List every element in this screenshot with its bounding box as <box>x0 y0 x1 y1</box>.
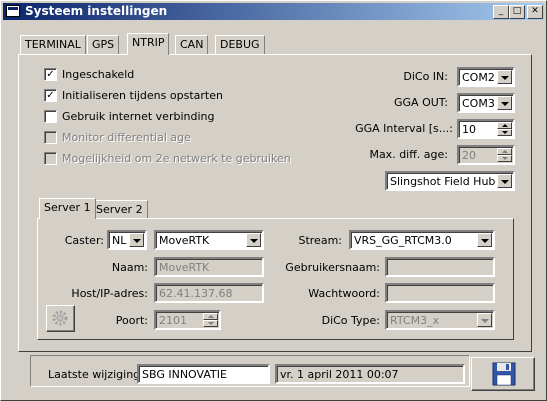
spinner-arrows-icon[interactable] <box>497 122 512 136</box>
tab-terminal[interactable]: TERMINAL <box>20 35 86 54</box>
last-change-version-field: vr. 1 april 2011 00:07 <box>275 364 465 384</box>
settings-button[interactable] <box>46 305 75 332</box>
chevron-down-icon[interactable] <box>246 233 261 247</box>
poort-value: 2101 <box>159 314 187 327</box>
gga-interval-value: 10 <box>462 123 476 136</box>
dico-type-label: DiCo Type: <box>321 314 380 327</box>
chevron-down-icon[interactable] <box>497 70 512 84</box>
chevron-down-icon[interactable] <box>497 96 512 110</box>
maximize-icon: □ <box>512 6 522 16</box>
poort-spinner[interactable]: 2101 <box>154 310 221 330</box>
checkbox-internet[interactable] <box>44 110 57 123</box>
tab-server-1[interactable]: Server 1 <box>39 198 96 219</box>
caster-name-value: MoveRTK <box>159 234 210 247</box>
gga-out-select[interactable]: COM3 <box>457 93 515 113</box>
stream-select[interactable]: VRS_GG_RTCM3.0 <box>349 230 495 250</box>
naam-label: Naam: <box>111 261 148 274</box>
tab-server-2[interactable]: Server 2 <box>91 200 148 218</box>
close-button[interactable]: ✕ <box>527 5 543 19</box>
hub-select[interactable]: Slingshot Field Hub <box>385 171 515 191</box>
checkbox-label: Gebruik internet verbinding <box>62 110 215 123</box>
checkbox-label: Monitor differential age <box>62 131 191 144</box>
close-icon: ✕ <box>531 6 539 16</box>
dico-type-value: RTCM3_x <box>390 314 440 327</box>
chevron-down-icon[interactable] <box>129 233 144 247</box>
hub-value: Slingshot Field Hub <box>390 175 496 188</box>
gga-out-value: COM3 <box>462 97 495 110</box>
dico-type-select[interactable]: RTCM3_x <box>385 310 495 330</box>
window-app-icon <box>6 5 20 17</box>
minimize-icon: _ <box>498 6 504 16</box>
gear-icon <box>52 310 68 326</box>
pass-field[interactable] <box>385 283 495 303</box>
checkbox-label: Initialiseren tijdens opstarten <box>62 89 223 102</box>
dico-in-value: COM2 <box>462 71 495 84</box>
checkbox-2e-netwerk[interactable] <box>44 152 57 165</box>
caster-label: Caster: <box>64 234 104 247</box>
floppy-disk-icon <box>492 362 516 386</box>
naam-field[interactable]: MoveRTK <box>154 257 264 277</box>
maximize-button[interactable]: □ <box>509 5 525 19</box>
tab-ntrip[interactable]: NTRIP <box>127 33 170 55</box>
checkbox-label: Ingeschakeld <box>62 68 135 81</box>
pass-label: Wachtwoord: <box>308 287 380 300</box>
checkbox-label: Mogelijkheid om 2e netwerk te gebruiken <box>62 152 291 165</box>
max-diff-age-label: Max. diff. age: <box>369 148 448 161</box>
host-label: Host/IP-adres: <box>71 287 148 300</box>
dico-in-label: DiCo IN: <box>403 70 448 83</box>
checkbox-monitor-diff-age[interactable] <box>44 131 57 144</box>
host-field[interactable]: 62.41.137.68 <box>154 283 264 303</box>
save-button[interactable] <box>471 357 535 391</box>
chevron-down-icon[interactable] <box>477 233 492 247</box>
checkbox-ingeschakeld[interactable]: ✓ <box>44 68 57 81</box>
minimize-button[interactable]: _ <box>493 5 509 19</box>
dico-in-select[interactable]: COM2 <box>457 67 515 87</box>
user-field[interactable] <box>385 257 495 277</box>
chevron-down-icon[interactable] <box>477 313 492 327</box>
tab-gps[interactable]: GPS <box>87 35 120 54</box>
caster-country-select[interactable]: NL <box>107 230 147 250</box>
max-diff-age-spinner[interactable]: 20 <box>457 145 515 165</box>
checkbox-initialiseren[interactable]: ✓ <box>44 89 57 102</box>
last-change-label: Laatste wijziging: <box>48 368 144 381</box>
last-change-user-field[interactable]: SBG INNOVATIE <box>137 364 270 384</box>
spinner-arrows-icon[interactable] <box>203 313 218 327</box>
gga-interval-label: GGA Interval [s...: <box>355 122 453 135</box>
caster-country-value: NL <box>112 234 127 247</box>
spinner-arrows-icon[interactable] <box>497 148 512 162</box>
chevron-down-icon[interactable] <box>497 174 512 188</box>
title-bar[interactable]: Systeem instellingen _ □ ✕ <box>3 3 544 20</box>
caster-name-select[interactable]: MoveRTK <box>154 230 264 250</box>
stream-label: Stream: <box>298 234 342 247</box>
user-label: Gebruikersnaam: <box>285 261 380 274</box>
gga-out-label: GGA OUT: <box>394 96 448 109</box>
tab-debug[interactable]: DEBUG <box>215 35 265 54</box>
window-title: Systeem instellingen <box>25 4 168 18</box>
stream-value: VRS_GG_RTCM3.0 <box>354 234 452 247</box>
poort-label: Poort: <box>115 314 148 327</box>
max-diff-age-value: 20 <box>462 149 476 162</box>
tab-can[interactable]: CAN <box>175 35 209 54</box>
gga-interval-spinner[interactable]: 10 <box>457 119 515 139</box>
